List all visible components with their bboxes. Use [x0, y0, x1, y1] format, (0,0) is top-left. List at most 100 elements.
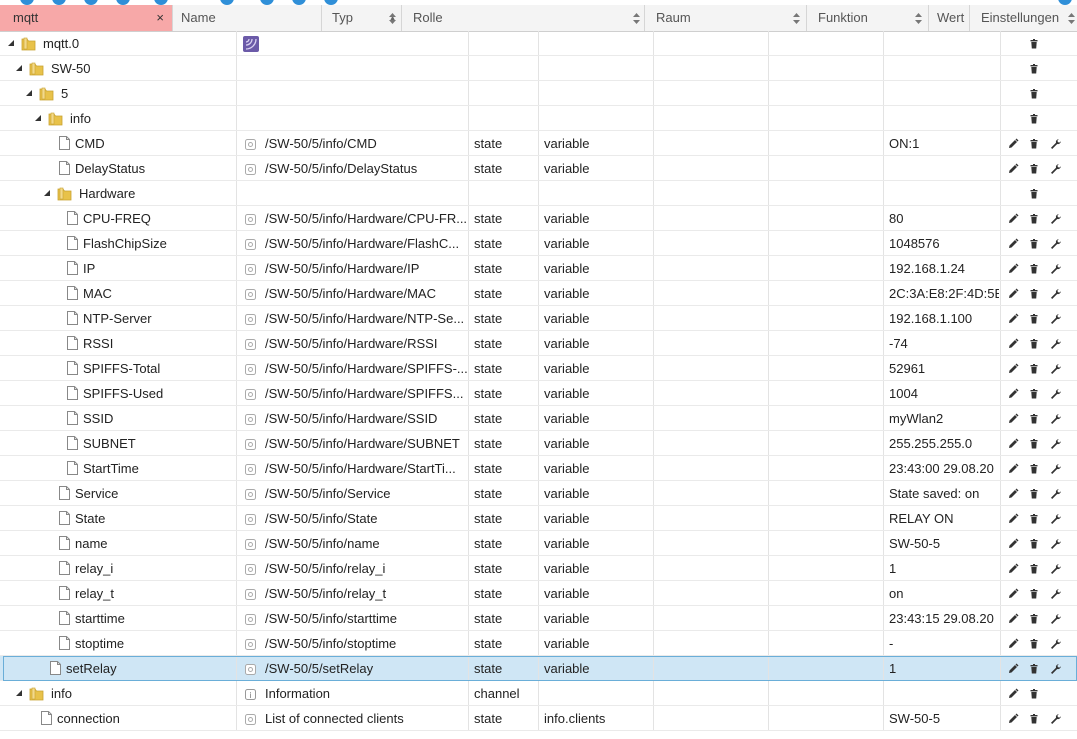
column-header-funktion[interactable]: Funktion: [807, 5, 929, 31]
table-row[interactable]: starttime/SW-50/5/info/starttime state var…: [0, 606, 1077, 631]
table-row[interactable]: setRelay/SW-50/5/setRelay state variable 1: [0, 656, 1077, 681]
delete-button[interactable]: [1026, 186, 1042, 202]
column-header-wert[interactable]: Wert: [929, 5, 970, 31]
table-row[interactable]: Service/SW-50/5/info/Service state variabl…: [0, 481, 1077, 506]
settings-button[interactable]: [1047, 486, 1063, 502]
edit-button[interactable]: [1005, 311, 1021, 327]
table-row[interactable]: SPIFFS-Used/SW-50/5/info/Hardware/SPIFFS…: [0, 381, 1077, 406]
column-header-einstellungen[interactable]: Einstellungen: [970, 5, 1077, 31]
object-value[interactable]: 192.168.1.100: [889, 306, 999, 331]
expand-toggle-icon[interactable]: [16, 681, 23, 706]
delete-button[interactable]: [1026, 311, 1042, 327]
table-row[interactable]: Hardware: [0, 181, 1077, 206]
settings-button[interactable]: [1047, 161, 1063, 177]
settings-button[interactable]: [1047, 411, 1063, 427]
delete-button[interactable]: [1026, 661, 1042, 677]
delete-button[interactable]: [1026, 536, 1042, 552]
settings-button[interactable]: [1047, 461, 1063, 477]
settings-button[interactable]: [1047, 511, 1063, 527]
delete-button[interactable]: [1026, 361, 1042, 377]
delete-button[interactable]: [1026, 86, 1042, 102]
edit-button[interactable]: [1005, 536, 1021, 552]
table-row[interactable]: IP/SW-50/5/info/Hardware/IP state variable…: [0, 256, 1077, 281]
object-value[interactable]: on: [889, 581, 999, 606]
table-row[interactable]: relay_t/SW-50/5/info/relay_t state variabl…: [0, 581, 1077, 606]
object-value[interactable]: 1: [889, 656, 999, 681]
table-row[interactable]: info: [0, 106, 1077, 131]
expand-toggle-icon[interactable]: [35, 106, 42, 131]
settings-button[interactable]: [1047, 611, 1063, 627]
edit-button[interactable]: [1005, 136, 1021, 152]
object-value[interactable]: SW-50-5: [889, 706, 999, 731]
delete-button[interactable]: [1026, 286, 1042, 302]
delete-button[interactable]: [1026, 511, 1042, 527]
settings-button[interactable]: [1047, 361, 1063, 377]
table-row[interactable]: State/SW-50/5/info/State state variable REL…: [0, 506, 1077, 531]
id-filter-input[interactable]: mqtt ×: [0, 5, 173, 31]
table-row[interactable]: SW-50: [0, 56, 1077, 81]
edit-button[interactable]: [1005, 486, 1021, 502]
delete-button[interactable]: [1026, 636, 1042, 652]
delete-button[interactable]: [1026, 461, 1042, 477]
table-row[interactable]: RSSI/SW-50/5/info/Hardware/RSSI state vari…: [0, 331, 1077, 356]
object-value[interactable]: SW-50-5: [889, 531, 999, 556]
object-value[interactable]: 192.168.1.24: [889, 256, 999, 281]
delete-button[interactable]: [1026, 161, 1042, 177]
settings-button[interactable]: [1047, 286, 1063, 302]
table-row[interactable]: DelayStatus/SW-50/5/info/DelayStatus stat…: [0, 156, 1077, 181]
object-value[interactable]: RELAY ON: [889, 506, 999, 531]
delete-button[interactable]: [1026, 611, 1042, 627]
edit-button[interactable]: [1005, 211, 1021, 227]
table-row[interactable]: FlashChipSize/SW-50/5/info/Hardware/Flas…: [0, 231, 1077, 256]
table-row[interactable]: StartTime/SW-50/5/info/Hardware/StartTi.…: [0, 456, 1077, 481]
settings-button[interactable]: [1047, 436, 1063, 452]
object-value[interactable]: myWlan2: [889, 406, 999, 431]
table-row[interactable]: SSID/SW-50/5/info/Hardware/SSID state vari…: [0, 406, 1077, 431]
delete-button[interactable]: [1026, 136, 1042, 152]
clear-filter-button[interactable]: ×: [156, 5, 164, 31]
edit-button[interactable]: [1005, 261, 1021, 277]
expand-toggle-icon[interactable]: [26, 81, 33, 106]
settings-button[interactable]: [1047, 386, 1063, 402]
edit-button[interactable]: [1005, 586, 1021, 602]
delete-button[interactable]: [1026, 436, 1042, 452]
edit-button[interactable]: [1005, 511, 1021, 527]
column-header-name[interactable]: Name: [173, 5, 322, 31]
delete-button[interactable]: [1026, 486, 1042, 502]
settings-button[interactable]: [1047, 636, 1063, 652]
table-row[interactable]: name/SW-50/5/info/name state variable SW-50…: [0, 531, 1077, 556]
delete-button[interactable]: [1026, 211, 1042, 227]
object-value[interactable]: 23:43:15 29.08.20: [889, 606, 999, 631]
object-value[interactable]: 1004: [889, 381, 999, 406]
object-value[interactable]: ON:1: [889, 131, 999, 156]
table-row[interactable]: relay_i/SW-50/5/info/relay_i state variabl…: [0, 556, 1077, 581]
settings-button[interactable]: [1047, 136, 1063, 152]
edit-button[interactable]: [1005, 236, 1021, 252]
delete-button[interactable]: [1026, 236, 1042, 252]
edit-button[interactable]: [1005, 361, 1021, 377]
table-row[interactable]: SUBNET/SW-50/5/info/Hardware/SUBNET state…: [0, 431, 1077, 456]
table-row[interactable]: CMD/SW-50/5/info/CMD state variable ON:1: [0, 131, 1077, 156]
settings-button[interactable]: [1047, 536, 1063, 552]
edit-button[interactable]: [1005, 161, 1021, 177]
delete-button[interactable]: [1026, 261, 1042, 277]
table-row[interactable]: stoptime/SW-50/5/info/stoptime state varia…: [0, 631, 1077, 656]
object-value[interactable]: -74: [889, 331, 999, 356]
edit-button[interactable]: [1005, 386, 1021, 402]
settings-button[interactable]: [1047, 661, 1063, 677]
settings-button[interactable]: [1047, 336, 1063, 352]
object-value[interactable]: 1: [889, 556, 999, 581]
edit-button[interactable]: [1005, 611, 1021, 627]
delete-button[interactable]: [1026, 111, 1042, 127]
table-row[interactable]: mqtt.0: [0, 31, 1077, 56]
table-row[interactable]: MAC/SW-50/5/info/Hardware/MAC state variab…: [0, 281, 1077, 306]
edit-button[interactable]: [1005, 661, 1021, 677]
edit-button[interactable]: [1005, 561, 1021, 577]
settings-button[interactable]: [1047, 586, 1063, 602]
settings-button[interactable]: [1047, 561, 1063, 577]
settings-button[interactable]: [1047, 311, 1063, 327]
object-value[interactable]: 255.255.255.0: [889, 431, 999, 456]
object-value[interactable]: State saved: on: [889, 481, 999, 506]
delete-button[interactable]: [1026, 386, 1042, 402]
delete-button[interactable]: [1026, 336, 1042, 352]
